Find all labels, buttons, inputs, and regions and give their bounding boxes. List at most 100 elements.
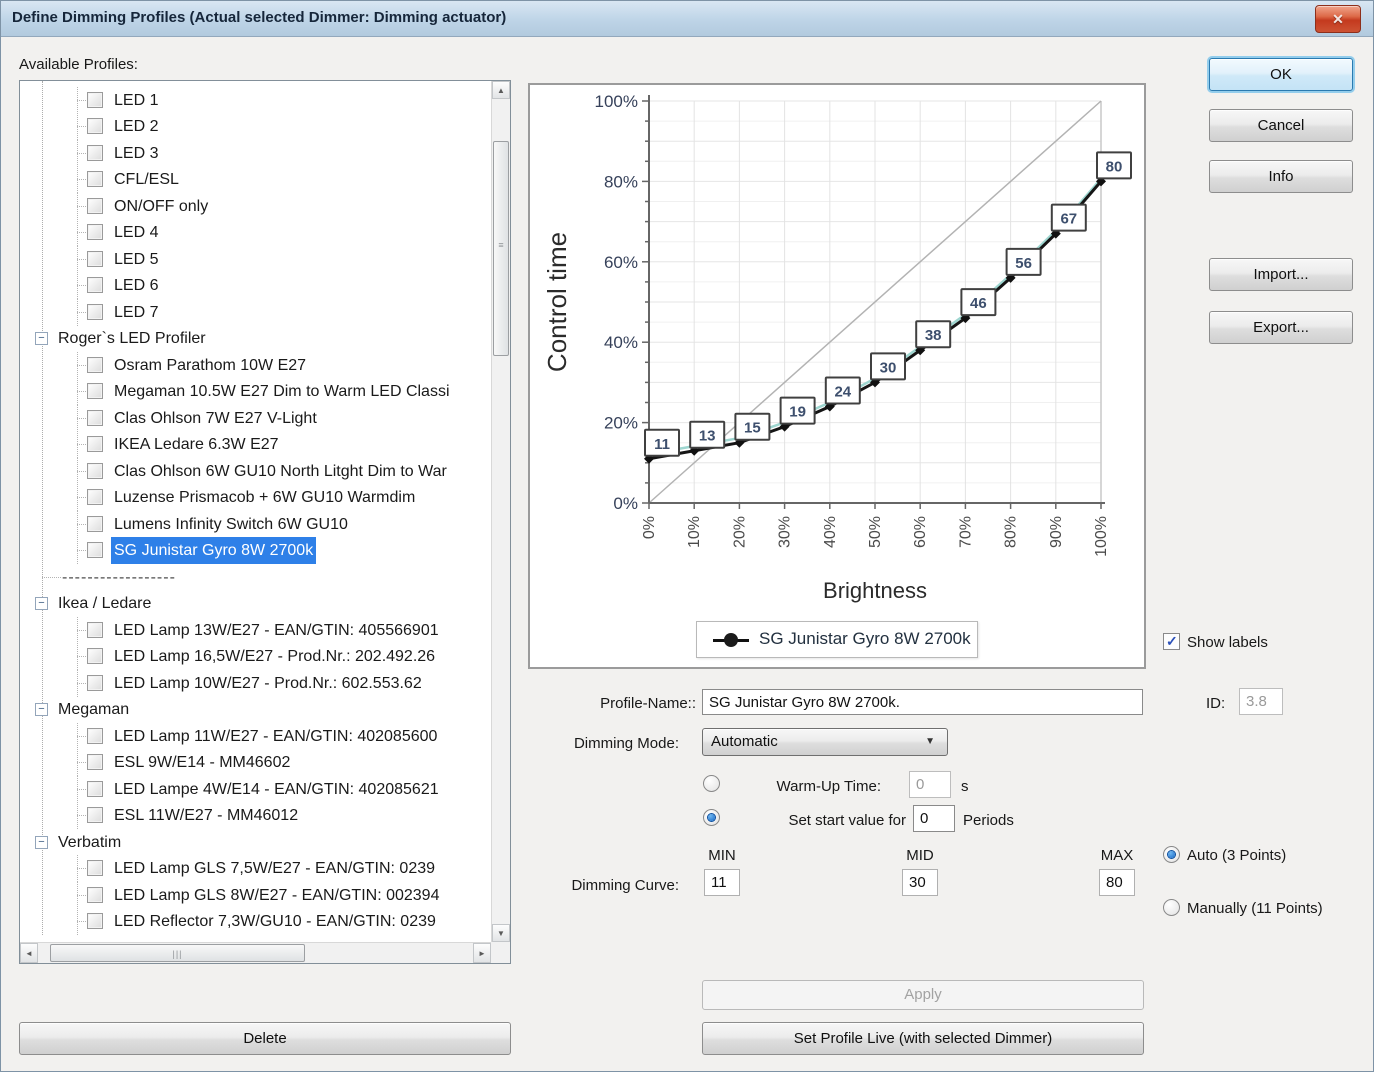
tree-item-checkbox[interactable]: [87, 118, 103, 134]
scroll-right-icon[interactable]: ►: [473, 943, 491, 963]
tree-item-checkbox[interactable]: [87, 807, 103, 823]
tree-item-checkbox[interactable]: [87, 860, 103, 876]
tree-item-row[interactable]: LED Lamp 13W/E27 - EAN/GTIN: 405566901: [20, 617, 490, 644]
tree-item-label[interactable]: LED Lamp GLS 8W/E27 - EAN/GTIN: 002394: [114, 882, 439, 909]
tree-item-label[interactable]: CFL/ESL: [114, 166, 179, 193]
tree-item-label[interactable]: LED Lamp 11W/E27 - EAN/GTIN: 402085600: [114, 723, 437, 750]
tree-item-checkbox[interactable]: [87, 92, 103, 108]
tree-group-row[interactable]: −Roger`s LED Profiler: [20, 325, 490, 352]
tree-item-row[interactable]: Clas Ohlson 6W GU10 North Litght Dim to …: [20, 458, 490, 485]
tree-item-row[interactable]: Megaman 10.5W E27 Dim to Warm LED Classi: [20, 378, 490, 405]
tree-item-row[interactable]: ESL 11W/E27 - MM46012: [20, 802, 490, 829]
tree-item-label[interactable]: LED Reflector 7,3W/GU10 - EAN/GTIN: 0239: [114, 908, 436, 935]
ok-button[interactable]: OK: [1209, 58, 1353, 91]
tree-item-row[interactable]: CFL/ESL: [20, 166, 490, 193]
tree-item-row[interactable]: ESL 9W/E14 - MM46602: [20, 749, 490, 776]
tree-item-row[interactable]: LED Lamp GLS 7,5W/E27 - EAN/GTIN: 0239: [20, 855, 490, 882]
tree-group-row[interactable]: −Megaman: [20, 696, 490, 723]
tree-item-row[interactable]: LED 2: [20, 113, 490, 140]
tree-item-label[interactable]: LED 6: [114, 272, 158, 299]
tree-group-label[interactable]: Ikea / Ledare: [58, 590, 151, 617]
tree-group-label[interactable]: Megaman: [58, 696, 129, 723]
tree-item-checkbox[interactable]: [87, 489, 103, 505]
tree-item-row[interactable]: LED Lamp 16,5W/E27 - Prod.Nr.: 202.492.2…: [20, 643, 490, 670]
tree-item-label[interactable]: LED 3: [114, 140, 158, 167]
tree-item-checkbox[interactable]: [87, 463, 103, 479]
tree-item-row[interactable]: ------------------: [20, 564, 490, 591]
tree-item-label[interactable]: Luzense Prismacob + 6W GU10 Warmdim: [114, 484, 415, 511]
scroll-down-icon[interactable]: ▼: [492, 924, 510, 942]
tree-item-row[interactable]: Clas Ohlson 7W E27 V-Light: [20, 405, 490, 432]
tree-item-checkbox[interactable]: [87, 675, 103, 691]
title-bar[interactable]: Define Dimming Profiles (Actual selected…: [1, 1, 1374, 37]
tree-item-row[interactable]: LED 6: [20, 272, 490, 299]
collapse-minus-icon[interactable]: −: [35, 332, 48, 345]
tree-item-checkbox[interactable]: [87, 383, 103, 399]
tree-horizontal-scrollbar[interactable]: ◄ ||| ►: [20, 942, 491, 963]
tree-group-row[interactable]: −Verbatim: [20, 829, 490, 856]
tree-item-row[interactable]: Osram Parathom 10W E27: [20, 352, 490, 379]
tree-item-label[interactable]: Clas Ohlson 7W E27 V-Light: [114, 405, 317, 432]
dimming-mode-select[interactable]: Automatic ▼: [702, 728, 948, 756]
tree-item-checkbox[interactable]: [87, 728, 103, 744]
tree-item-row[interactable]: Luzense Prismacob + 6W GU10 Warmdim: [20, 484, 490, 511]
tree-item-row[interactable]: LED 5: [20, 246, 490, 273]
tree-item-checkbox[interactable]: [87, 648, 103, 664]
tree-item-row[interactable]: LED Lamp 10W/E27 - Prod.Nr.: 602.553.62: [20, 670, 490, 697]
tree-item-label[interactable]: ESL 9W/E14 - MM46602: [114, 749, 290, 776]
scroll-left-icon[interactable]: ◄: [20, 943, 38, 963]
tree-item-label[interactable]: LED 2: [114, 113, 158, 140]
set-profile-live-button[interactable]: Set Profile Live (with selected Dimmer): [702, 1022, 1144, 1055]
tree-item-row[interactable]: IKEA Ledare 6.3W E27: [20, 431, 490, 458]
tree-item-label[interactable]: LED Lamp 13W/E27 - EAN/GTIN: 405566901: [114, 617, 439, 644]
tree-item-checkbox[interactable]: [87, 754, 103, 770]
tree-item-label[interactable]: LED 5: [114, 246, 158, 273]
tree-item-label[interactable]: LED Lamp 16,5W/E27 - Prod.Nr.: 202.492.2…: [114, 643, 435, 670]
tree-item-label[interactable]: LED Lamp GLS 7,5W/E27 - EAN/GTIN: 0239: [114, 855, 435, 882]
tree-item-label[interactable]: ON/OFF only: [114, 193, 208, 220]
tree-item-row[interactable]: LED 7: [20, 299, 490, 326]
close-icon[interactable]: ✕: [1315, 5, 1361, 33]
import-button[interactable]: Import...: [1209, 258, 1353, 291]
dimming-curve-min-field[interactable]: [704, 869, 740, 896]
tree-item-label[interactable]: LED Lampe 4W/E14 - EAN/GTIN: 402085621: [114, 776, 439, 803]
tree-item-label[interactable]: LED Lamp 10W/E27 - Prod.Nr.: 602.553.62: [114, 670, 422, 697]
tree-item-label[interactable]: ESL 11W/E27 - MM46012: [114, 802, 298, 829]
tree-item-row[interactable]: LED 1: [20, 87, 490, 114]
tree-item-label[interactable]: Osram Parathom 10W E27: [114, 352, 306, 379]
scroll-up-icon[interactable]: ▲: [492, 81, 510, 99]
tree-group-row[interactable]: −Ikea / Ledare: [20, 590, 490, 617]
tree-item-label[interactable]: Lumens Infinity Switch 6W GU10: [114, 511, 348, 538]
tree-item-checkbox[interactable]: [87, 277, 103, 293]
export-button[interactable]: Export...: [1209, 311, 1353, 344]
tree-item-row[interactable]: LED 4: [20, 219, 490, 246]
apply-button[interactable]: Apply: [702, 980, 1144, 1010]
tree-item-checkbox[interactable]: [87, 913, 103, 929]
start-value-field[interactable]: [913, 805, 955, 832]
delete-button[interactable]: Delete: [19, 1022, 511, 1055]
warm-up-radio[interactable]: [703, 775, 720, 792]
cancel-button[interactable]: Cancel: [1209, 109, 1353, 142]
horizontal-scroll-thumb[interactable]: |||: [50, 944, 305, 962]
tree-item-checkbox[interactable]: [87, 224, 103, 240]
tree-item-label[interactable]: SG Junistar Gyro 8W 2700k: [111, 537, 316, 564]
tree-item-checkbox[interactable]: [87, 781, 103, 797]
tree-item-label[interactable]: LED 1: [114, 87, 158, 114]
tree-item-label[interactable]: IKEA Ledare 6.3W E27: [114, 431, 279, 458]
start-value-radio[interactable]: [703, 809, 720, 826]
tree-vertical-scrollbar[interactable]: ▲ ≡ ▼: [491, 81, 510, 942]
manual-points-radio[interactable]: [1163, 899, 1180, 916]
tree-item-checkbox[interactable]: [87, 516, 103, 532]
tree-item-checkbox[interactable]: [87, 357, 103, 373]
tree-item-row[interactable]: LED Lamp 11W/E27 - EAN/GTIN: 402085600: [20, 723, 490, 750]
auto-points-radio[interactable]: [1163, 846, 1180, 863]
info-button[interactable]: Info: [1209, 160, 1353, 193]
tree-item-row[interactable]: LED Reflector 7,3W/GU10 - EAN/GTIN: 0239: [20, 908, 490, 935]
tree-item-checkbox[interactable]: [87, 436, 103, 452]
tree-item-row[interactable]: LED 3: [20, 140, 490, 167]
tree-item-row[interactable]: LED Lampe 4W/E14 - EAN/GTIN: 402085621: [20, 776, 490, 803]
tree-item-label[interactable]: LED 7: [114, 299, 158, 326]
tree-item-checkbox[interactable]: [87, 542, 103, 558]
tree-item-row[interactable]: SG Junistar Gyro 8W 2700k: [20, 537, 490, 564]
tree-item-row[interactable]: Lumens Infinity Switch 6W GU10: [20, 511, 490, 538]
